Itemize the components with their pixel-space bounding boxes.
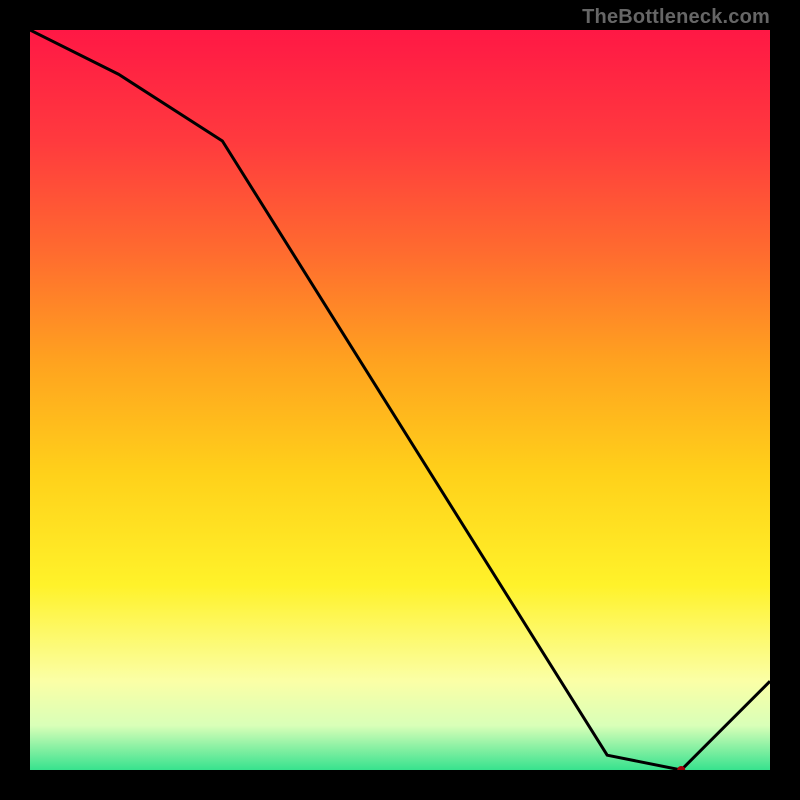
chart-root: TheBottleneck.com: [0, 0, 800, 800]
attribution-label: TheBottleneck.com: [582, 6, 770, 29]
plot-area: [30, 30, 770, 770]
line-chart-svg: [30, 30, 770, 770]
chart-curve: [30, 30, 770, 770]
